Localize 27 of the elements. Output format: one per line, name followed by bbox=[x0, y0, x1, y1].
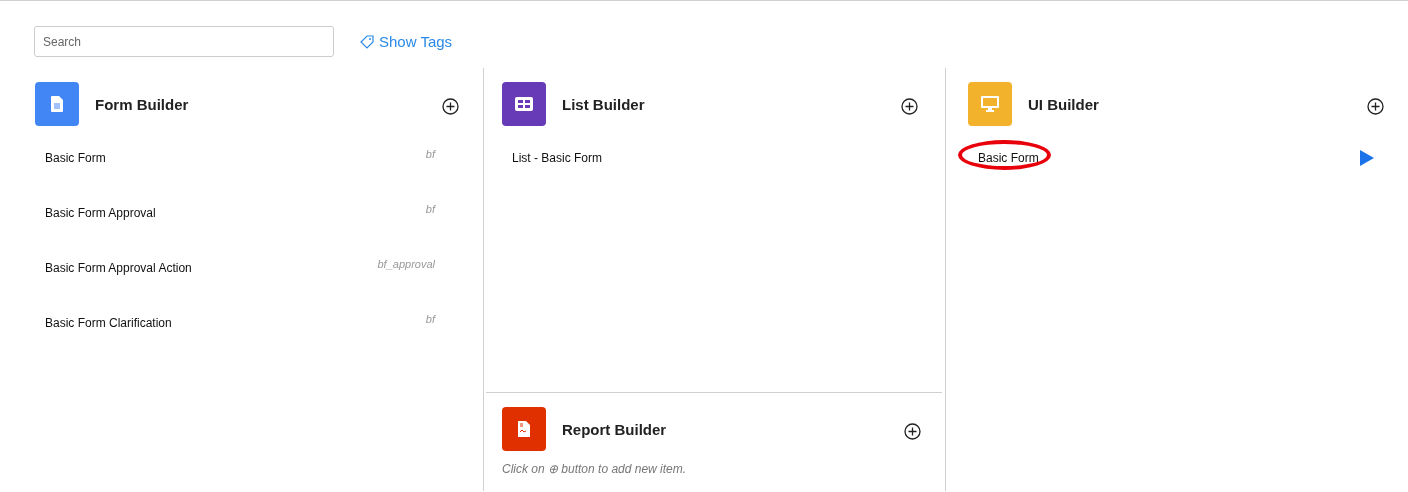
add-icon[interactable] bbox=[904, 422, 921, 440]
empty-hint: Click on ⊕ button to add new item. bbox=[502, 462, 688, 476]
section-title: Report Builder bbox=[562, 420, 668, 438]
item-tag: bf bbox=[425, 203, 435, 215]
item-tag: bf bbox=[425, 313, 435, 325]
add-icon[interactable] bbox=[901, 97, 918, 115]
item-label[interactable]: Basic Form Approval Action bbox=[45, 261, 192, 275]
item-label[interactable]: List - Basic Form bbox=[512, 151, 602, 165]
show-tags-link[interactable]: Show Tags bbox=[360, 33, 453, 50]
grid-icon bbox=[515, 97, 533, 111]
item-tag: bf_approval bbox=[377, 258, 435, 270]
monitor-icon bbox=[981, 96, 999, 112]
tag-icon bbox=[360, 34, 374, 49]
section-title: List Builder bbox=[562, 95, 646, 113]
add-icon[interactable] bbox=[442, 97, 459, 115]
add-icon[interactable] bbox=[1367, 97, 1384, 115]
document-icon bbox=[51, 96, 63, 112]
item-label[interactable]: Basic Form Approval bbox=[45, 206, 156, 220]
section-title: Form Builder bbox=[95, 95, 190, 113]
search-field[interactable]: Search bbox=[34, 26, 334, 57]
play-icon[interactable] bbox=[1360, 150, 1374, 166]
item-label[interactable]: Basic Form bbox=[45, 151, 106, 165]
item-label[interactable]: Basic Form bbox=[978, 151, 1039, 165]
report-document-icon bbox=[518, 421, 530, 437]
item-label[interactable]: Basic Form Clarification bbox=[45, 316, 172, 330]
item-tag: bf bbox=[425, 148, 435, 160]
section-title: UI Builder bbox=[1028, 95, 1100, 113]
